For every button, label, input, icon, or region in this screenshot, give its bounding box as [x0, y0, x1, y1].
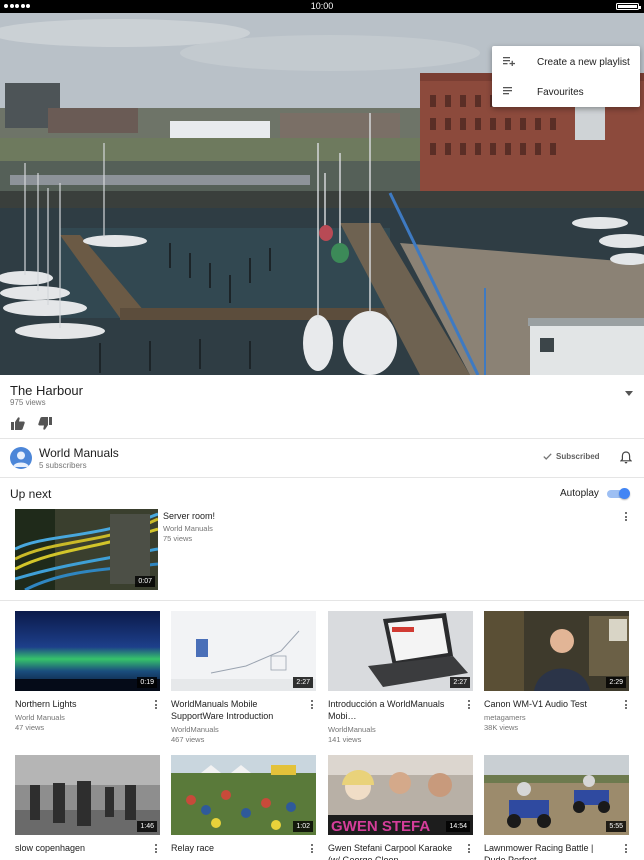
- video-title[interactable]: slow copenhagen: [15, 842, 147, 854]
- more-options-icon[interactable]: [468, 700, 471, 711]
- checkmark-icon: [543, 453, 552, 460]
- video-duration: 1:46: [137, 821, 157, 832]
- video-duration: 0:07: [135, 576, 155, 587]
- menu-item-label: Favourites: [537, 86, 584, 98]
- video-title[interactable]: Introducción a WorldManuals Mobi…: [328, 698, 460, 722]
- expand-description-icon[interactable]: [624, 391, 634, 397]
- video-thumbnail[interactable]: 0:07: [15, 509, 158, 590]
- thumbnail-overlay-text: GWEN STEFA: [331, 818, 430, 835]
- menu-item-create-playlist[interactable]: Create a new playlist: [492, 47, 640, 77]
- video-channel: WorldManuals: [328, 725, 376, 734]
- notification-bell-icon[interactable]: [620, 451, 632, 464]
- video-duration: 14:54: [446, 821, 470, 832]
- more-options-icon[interactable]: [468, 844, 471, 855]
- more-options-icon[interactable]: [625, 512, 628, 523]
- video-thumbnail[interactable]: 5:55: [484, 755, 629, 835]
- video-duration: 1:02: [293, 821, 313, 832]
- divider: [0, 477, 644, 478]
- thumbs-down-icon[interactable]: [38, 417, 52, 430]
- video-thumbnail[interactable]: 0:19: [15, 611, 160, 691]
- video-views: 47 views: [15, 723, 45, 732]
- thumbs-up-icon[interactable]: [11, 417, 25, 430]
- battery-icon: [616, 3, 641, 10]
- video-duration: 2:27: [450, 677, 470, 688]
- playlist-icon: [503, 87, 512, 95]
- subscribed-button[interactable]: Subscribed: [543, 452, 600, 461]
- video-duration: 5:55: [606, 821, 626, 832]
- video-title[interactable]: Canon WM-V1 Audio Test: [484, 698, 616, 710]
- video-title[interactable]: Relay race: [171, 842, 303, 854]
- video-thumbnail[interactable]: 1:02: [171, 755, 316, 835]
- video-thumbnail[interactable]: 2:27: [171, 611, 316, 691]
- autoplay-toggle[interactable]: [607, 488, 631, 499]
- more-options-icon[interactable]: [625, 844, 628, 855]
- more-options-icon[interactable]: [625, 700, 628, 711]
- autoplay-label: Autoplay: [560, 488, 599, 499]
- video-views: 975 views: [10, 398, 46, 407]
- more-options-icon[interactable]: [155, 844, 158, 855]
- more-options-icon[interactable]: [311, 700, 314, 711]
- status-time: 10:00: [310, 1, 334, 11]
- divider: [0, 600, 644, 601]
- video-thumbnail[interactable]: GWEN STEFA 14:54: [328, 755, 473, 835]
- subscribed-label: Subscribed: [556, 452, 600, 461]
- more-options-icon[interactable]: [155, 700, 158, 711]
- video-thumbnail[interactable]: 2:27: [328, 611, 473, 691]
- video-title[interactable]: Server room!: [163, 510, 583, 522]
- status-bar: 10:00: [0, 0, 644, 13]
- video-channel: World Manuals: [163, 524, 213, 533]
- playlist-menu: Create a new playlist Favourites: [492, 46, 640, 107]
- menu-item-favourites[interactable]: Favourites: [492, 77, 640, 107]
- video-duration: 2:29: [606, 677, 626, 688]
- video-duration: 0:19: [137, 677, 157, 688]
- video-views: 75 views: [163, 534, 193, 543]
- video-title[interactable]: Northern Lights: [15, 698, 147, 710]
- video-views: 467 views: [171, 735, 205, 744]
- channel-avatar[interactable]: [10, 447, 32, 469]
- video-views: 38K views: [484, 723, 519, 732]
- video-duration: 2:27: [293, 677, 313, 688]
- video-title[interactable]: Gwen Stefani Carpool Karaoke (w/ George …: [328, 842, 460, 860]
- channel-name[interactable]: World Manuals: [39, 446, 119, 460]
- channel-subscribers: 5 subscribers: [39, 461, 87, 470]
- user-icon: [13, 451, 29, 467]
- more-options-icon[interactable]: [311, 844, 314, 855]
- divider: [0, 438, 644, 439]
- video-views: 141 views: [328, 735, 362, 744]
- playlist-add-icon: [503, 57, 515, 66]
- video-channel: metagamers: [484, 713, 526, 722]
- up-next-heading: Up next: [10, 487, 52, 501]
- video-thumbnail[interactable]: 2:29: [484, 611, 629, 691]
- video-player[interactable]: Create a new playlist Favourites: [0, 13, 644, 375]
- video-title: The Harbour: [10, 383, 83, 398]
- video-channel: World Manuals: [15, 713, 65, 722]
- video-channel: WorldManuals: [171, 725, 219, 734]
- menu-item-label: Create a new playlist: [537, 56, 630, 68]
- video-thumbnail[interactable]: 1:46: [15, 755, 160, 835]
- video-title[interactable]: WorldManuals Mobile SupportWare Introduc…: [171, 698, 303, 722]
- video-title[interactable]: Lawnmower Racing Battle | Dude Perfect: [484, 842, 616, 860]
